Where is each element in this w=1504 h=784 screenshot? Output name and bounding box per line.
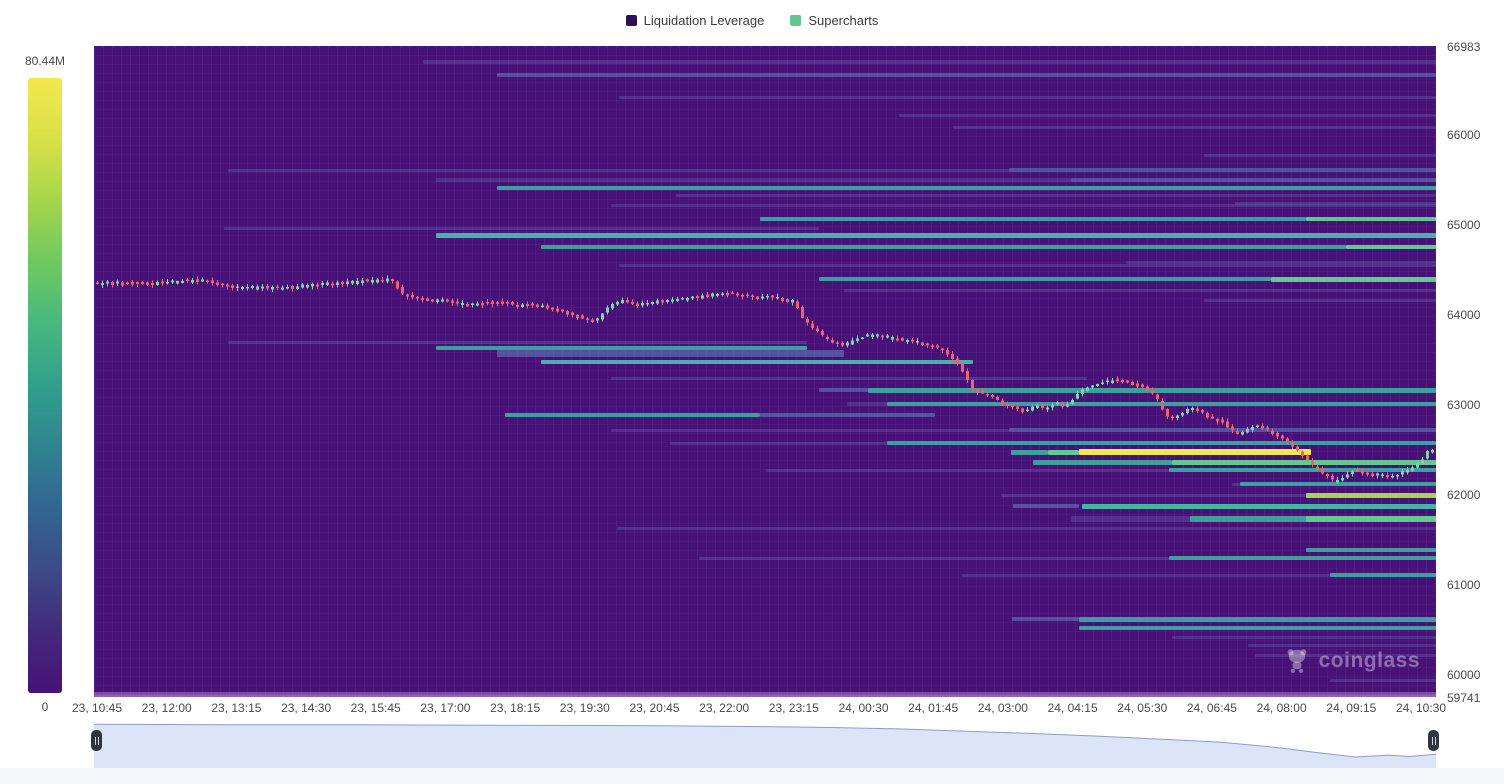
legend-item-supercharts[interactable]: Supercharts: [790, 13, 878, 28]
liquidation-heatmap-chart[interactable]: coinglass: [94, 46, 1436, 697]
navigator-left-handle[interactable]: [91, 730, 102, 751]
time-axis-label: 24, 03:00: [978, 701, 1028, 715]
legend-swatch: [626, 15, 637, 26]
watermark: coinglass: [1283, 647, 1420, 675]
navigator-area: [94, 722, 1436, 768]
time-axis-label: 23, 19:30: [560, 701, 610, 715]
price-axis-label: 60000: [1447, 668, 1480, 682]
time-axis-label: 23, 20:45: [629, 701, 679, 715]
candlestick-layer: [94, 46, 1436, 697]
price-axis-label: 63000: [1447, 398, 1480, 412]
price-axis-label: 64000: [1447, 308, 1480, 322]
time-axis-label: 23, 14:30: [281, 701, 331, 715]
price-axis-label: 65000: [1447, 218, 1480, 232]
legend-label: Supercharts: [808, 13, 878, 28]
price-axis-label: 66983: [1447, 40, 1480, 54]
time-axis-label: 24, 00:30: [838, 701, 888, 715]
colorbar-max-label: 80.44M: [25, 54, 65, 68]
time-axis-label: 24, 08:00: [1257, 701, 1307, 715]
time-axis-label: 23, 13:15: [211, 701, 261, 715]
price-axis-label: 59741: [1447, 691, 1480, 705]
colorbar-min-label: 0: [28, 700, 62, 714]
time-axis-label: 24, 09:15: [1326, 701, 1376, 715]
watermark-text: coinglass: [1319, 649, 1420, 673]
time-axis-label: 24, 10:30: [1396, 701, 1446, 715]
time-axis-label: 23, 10:45: [72, 701, 122, 715]
time-axis-label: 23, 12:00: [142, 701, 192, 715]
time-axis-label: 23, 23:15: [769, 701, 819, 715]
chart-legend: Liquidation Leverage Supercharts: [0, 10, 1504, 30]
coinglass-bear-icon: [1283, 647, 1311, 675]
liquidation-colorbar: [28, 78, 62, 693]
time-axis-label: 23, 15:45: [351, 701, 401, 715]
time-axis-label: 24, 04:15: [1048, 701, 1098, 715]
time-axis-label: 24, 05:30: [1117, 701, 1167, 715]
time-axis-label: 24, 06:45: [1187, 701, 1237, 715]
time-axis-label: 23, 18:15: [490, 701, 540, 715]
time-axis-label: 24, 01:45: [908, 701, 958, 715]
price-axis-label: 61000: [1447, 578, 1480, 592]
price-axis-label: 66000: [1447, 128, 1480, 142]
price-axis-label: 62000: [1447, 488, 1480, 502]
time-axis-label: 23, 17:00: [420, 701, 470, 715]
range-navigator[interactable]: [94, 722, 1436, 768]
footer-strip: [0, 768, 1504, 784]
legend-item-liquidation-leverage[interactable]: Liquidation Leverage: [626, 13, 765, 28]
time-axis-label: 23, 22:00: [699, 701, 749, 715]
legend-label: Liquidation Leverage: [644, 13, 765, 28]
navigator-right-handle[interactable]: [1428, 730, 1439, 751]
legend-swatch: [790, 15, 801, 26]
